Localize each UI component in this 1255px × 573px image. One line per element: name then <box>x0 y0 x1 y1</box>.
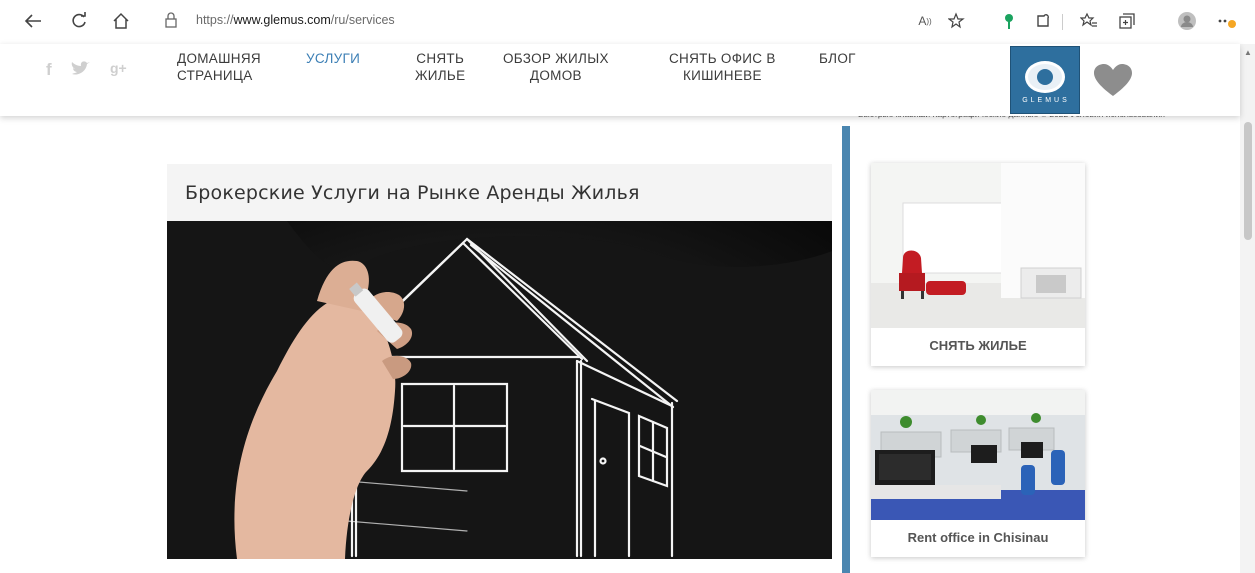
favorites-icon[interactable] <box>1078 10 1100 32</box>
address-bar[interactable]: https://www.glemus.com/ru/services <box>196 13 395 27</box>
add-favorite-icon[interactable] <box>946 10 968 32</box>
rent-office-image <box>871 390 1085 520</box>
nav-office-line2: КИШИНЕВЕ <box>682 68 762 83</box>
more-menu-icon[interactable] <box>1216 10 1238 32</box>
logo-emblem <box>1025 61 1065 93</box>
nav-item-home[interactable]: ДОМАШНЯЯ СТРАНИЦА <box>177 50 261 84</box>
scrollbar-thumb[interactable] <box>1244 122 1252 240</box>
nav-overview-line2: ДОМОВ <box>529 68 582 83</box>
facebook-icon[interactable]: f <box>46 60 52 80</box>
scroll-up-arrow-icon[interactable]: ▲ <box>1244 48 1252 57</box>
nav-rent-line2: ЖИЛЬЕ <box>415 68 466 83</box>
sidebar-card-rent-housing[interactable]: СНЯТЬ ЖИЛЬЕ <box>871 163 1085 366</box>
extension-pin-icon[interactable] <box>998 10 1020 32</box>
url-host: www.glemus.com <box>233 13 331 27</box>
sidebar-divider <box>842 126 850 573</box>
nav-home-line2: СТРАНИЦА <box>177 68 253 83</box>
back-arrow-icon[interactable] <box>22 10 44 32</box>
url-path: /ru/services <box>330 13 395 27</box>
collections-icon[interactable] <box>1116 10 1138 32</box>
browser-toolbar: https://www.glemus.com/ru/services A)) <box>0 0 1255 44</box>
sidebar-card-rent-office[interactable]: Rent office in Chisinau <box>871 390 1085 557</box>
nav-rent-line1: СНЯТЬ <box>416 51 465 66</box>
logo-text: GLEMUS <box>1022 97 1070 104</box>
home-icon[interactable] <box>110 10 132 32</box>
nav-home-line1: ДОМАШНЯЯ <box>177 51 261 66</box>
nav-blog-line1: БЛОГ <box>819 51 856 66</box>
heart-icon[interactable] <box>1094 64 1132 103</box>
lock-icon[interactable] <box>164 12 178 33</box>
nav-services-line1: УСЛУГИ <box>306 51 361 66</box>
article-title: Брокерские Услуги на Рынке Аренды Жилья <box>185 182 640 204</box>
url-prefix: https:// <box>196 13 234 27</box>
nav-office-line1: СНЯТЬ ОФИС В <box>669 51 776 66</box>
nav-item-services[interactable]: УСЛУГИ <box>306 50 360 67</box>
twitter-icon[interactable] <box>70 60 92 83</box>
card-label-rent-office: Rent office in Chisinau <box>907 530 1049 545</box>
extensions-icon[interactable] <box>1032 10 1054 32</box>
read-aloud-icon[interactable]: A)) <box>914 10 936 32</box>
toolbar-divider <box>1062 14 1063 30</box>
glemus-logo[interactable]: GLEMUS <box>1010 46 1080 114</box>
profile-avatar-icon[interactable] <box>1176 10 1198 32</box>
card-label-rent-housing: СНЯТЬ ЖИЛЬЕ <box>929 338 1027 353</box>
rent-housing-image <box>871 163 1085 328</box>
services-article: Брокерские Услуги на Рынке Аренды Жилья <box>167 164 832 559</box>
nav-item-rent-housing[interactable]: СНЯТЬ ЖИЛЬЕ <box>415 50 465 84</box>
nav-item-rent-office[interactable]: СНЯТЬ ОФИС В КИШИНЕВЕ <box>669 50 776 84</box>
nav-overview-line1: ОБЗОР ЖИЛЫХ <box>503 51 609 66</box>
refresh-icon[interactable] <box>68 10 90 32</box>
google-plus-icon[interactable]: g+ <box>110 60 127 76</box>
nav-item-residential-overview[interactable]: ОБЗОР ЖИЛЫХ ДОМОВ <box>503 50 609 84</box>
hero-image-house-sketch <box>167 221 832 559</box>
nav-item-blog[interactable]: БЛОГ <box>819 50 856 67</box>
